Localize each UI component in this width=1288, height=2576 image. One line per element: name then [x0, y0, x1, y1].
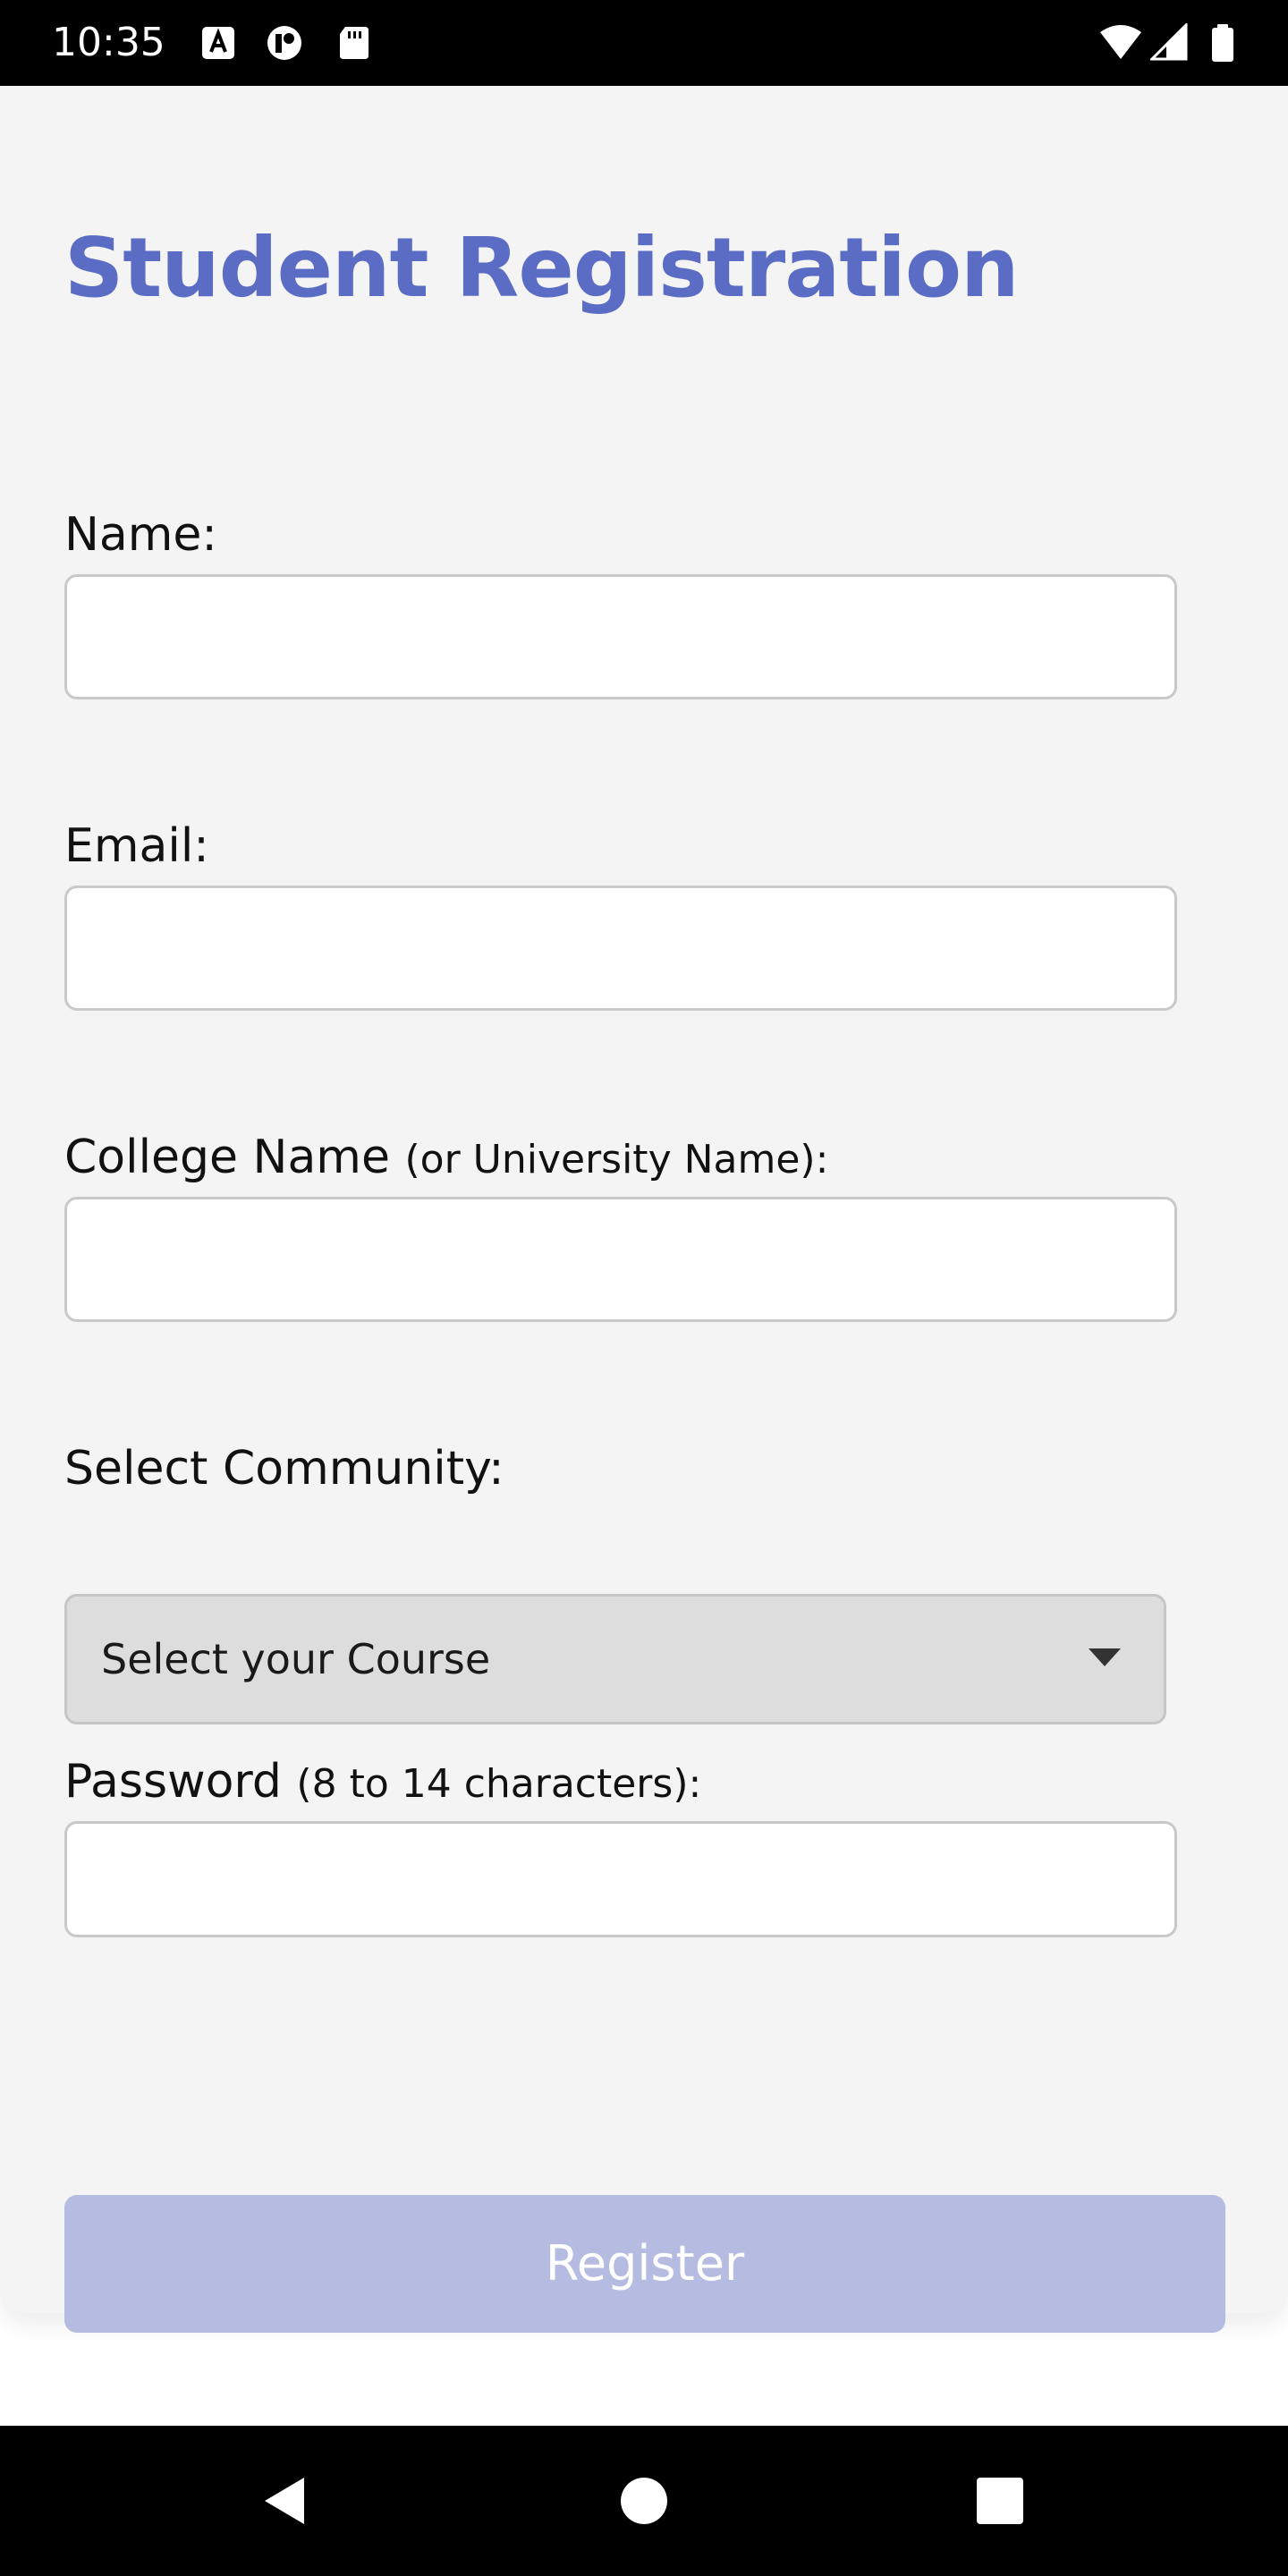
community-select-value: Select your Course	[101, 1635, 491, 1683]
name-field[interactable]	[64, 574, 1177, 699]
register-button[interactable]: Register	[64, 2195, 1225, 2333]
cellular-signal-icon	[1150, 23, 1190, 63]
email-field[interactable]	[64, 886, 1177, 1011]
college-name-field[interactable]	[64, 1197, 1177, 1322]
back-button[interactable]	[195, 2426, 374, 2576]
status-time: 10:35	[52, 20, 165, 65]
battery-icon	[1209, 23, 1236, 63]
password-label: Password (8 to 14 characters):	[64, 1753, 701, 1813]
password-label-sub: (8 to 14 characters):	[296, 1761, 702, 1807]
college-label-sub: (or University Name):	[404, 1137, 829, 1182]
email-label: Email:	[64, 819, 209, 873]
wifi-icon	[1098, 23, 1143, 63]
home-button[interactable]	[555, 2426, 733, 2576]
status-bar: 10:35	[0, 0, 1288, 86]
circle-p-icon	[265, 23, 304, 63]
registration-card: Student Registration Name: Email: Colleg…	[0, 86, 1288, 2333]
a-keyboard-icon	[199, 23, 238, 63]
college-label-main: College Name	[64, 1131, 390, 1184]
back-icon	[265, 2478, 304, 2524]
college-label: College Name (or University Name):	[64, 1129, 828, 1189]
password-label-main: Password	[64, 1755, 282, 1809]
home-icon	[621, 2478, 667, 2524]
navigation-bar	[0, 2426, 1288, 2576]
sd-card-icon	[335, 23, 374, 63]
password-field[interactable]	[64, 1821, 1177, 1937]
dropdown-arrow-icon	[1087, 1647, 1123, 1668]
name-label: Name:	[64, 508, 217, 562]
recents-icon	[977, 2478, 1023, 2524]
recents-button[interactable]	[911, 2426, 1089, 2576]
page-title: Student Registration	[64, 220, 1020, 316]
community-select[interactable]: Select your Course	[64, 1594, 1166, 1724]
community-label: Select Community:	[64, 1442, 504, 1496]
